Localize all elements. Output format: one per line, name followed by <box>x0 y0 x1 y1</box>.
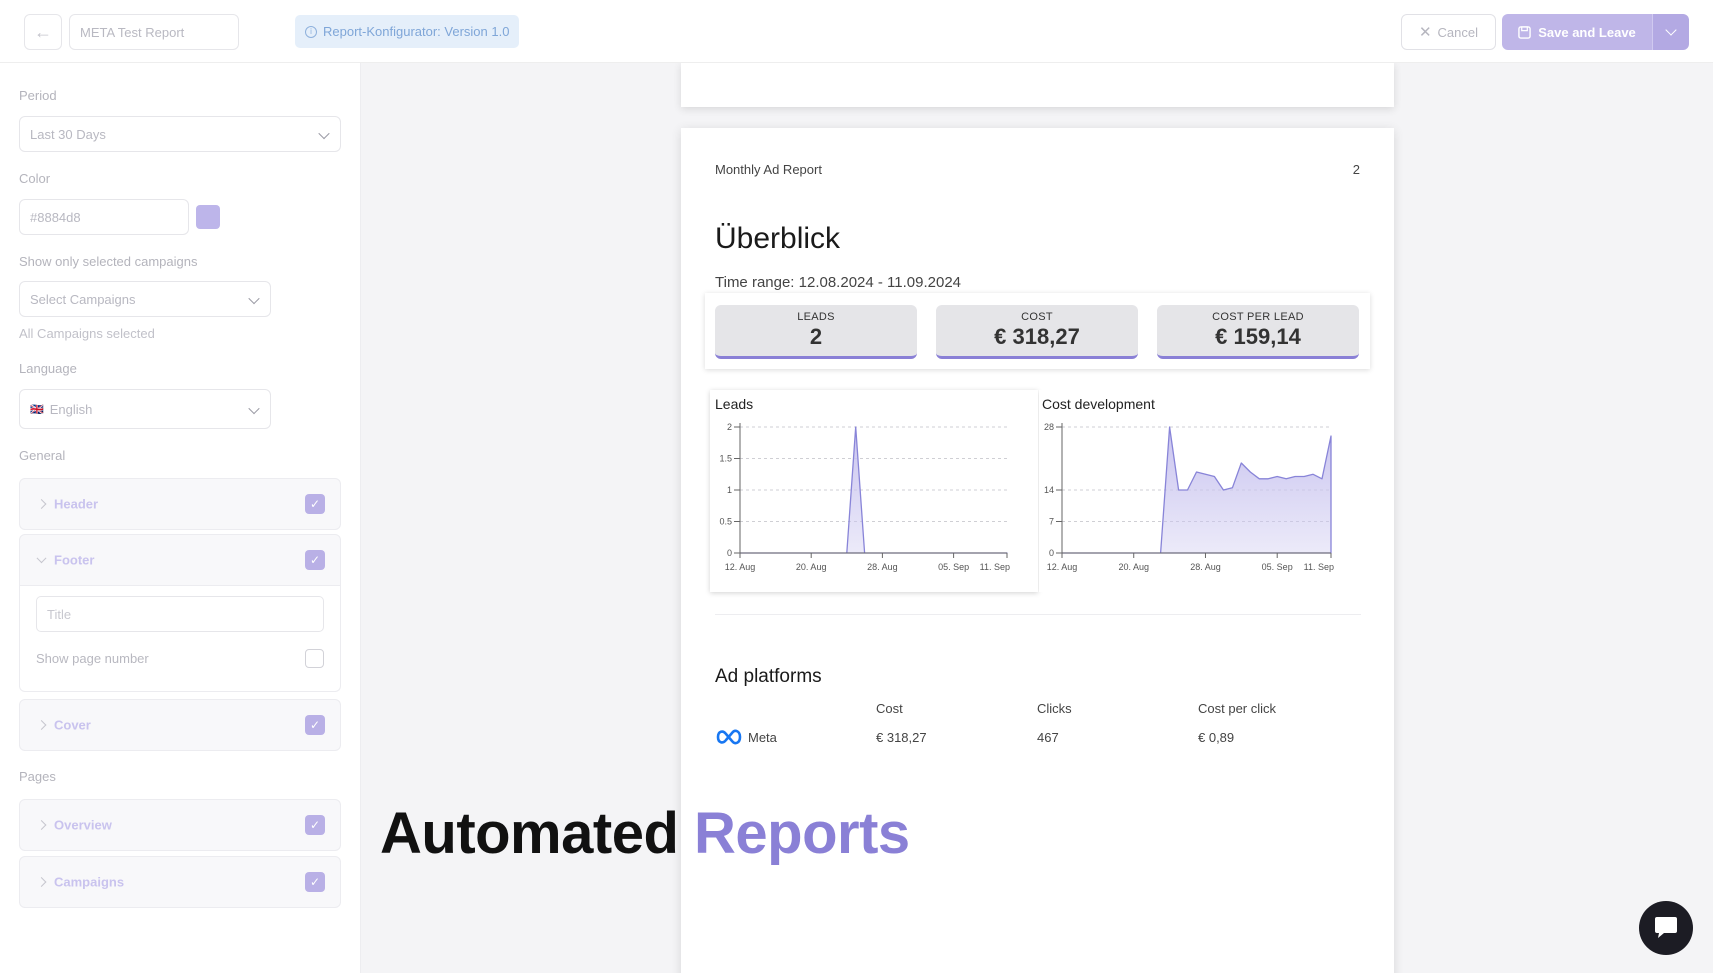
general-label: General <box>19 448 66 463</box>
accordion-campaigns[interactable]: Campaigns ✓ <box>19 856 341 908</box>
color-label: Color <box>19 171 51 186</box>
floppy-disk-icon <box>1518 25 1531 39</box>
automated-reports-headline: Automated Reports <box>380 801 910 866</box>
y-tick-label: 7 <box>1049 517 1054 527</box>
kpi-cost: COST € 318,27 <box>936 305 1138 359</box>
footer-checkbox[interactable]: ✓ <box>305 550 325 570</box>
accordion-cover[interactable]: Cover ✓ <box>19 699 341 751</box>
accordion-overview[interactable]: Overview ✓ <box>19 799 341 851</box>
y-tick-label: 0 <box>1049 548 1054 558</box>
kpi-leads: LEADS 2 <box>715 305 917 359</box>
color-hex-input[interactable]: #8884d8 <box>19 199 189 235</box>
cover-checkbox[interactable]: ✓ <box>305 715 325 735</box>
ad-platforms-title: Ad platforms <box>715 666 822 687</box>
kpi-cost-per-lead: COST PER LEAD € 159,14 <box>1157 305 1359 359</box>
close-icon: ✕ <box>1418 24 1432 41</box>
x-tick-label: 05. Sep <box>1262 562 1293 572</box>
back-button[interactable]: ← <box>24 14 62 50</box>
chevron-down-icon <box>248 402 260 415</box>
y-tick-label: 14 <box>1044 485 1054 495</box>
section-divider <box>715 614 1361 615</box>
previous-report-page <box>681 63 1394 107</box>
column-header-cpc: Cost per click <box>1198 701 1277 716</box>
x-tick-label: 11. Sep <box>1304 562 1334 572</box>
cost-chart-svg: 0 7 14 28 12. Aug 20. Aug 28. Aug 05. Sep 11. Se… <box>1044 422 1334 572</box>
report-name-input[interactable]: META Test Report <box>69 14 239 50</box>
x-tick-label: 20. Aug <box>796 562 827 572</box>
period-select[interactable]: Last 30 Days <box>19 116 341 152</box>
top-bar: ← META Test Report i Report-Konfigurator… <box>0 0 1713 63</box>
check-icon: ✓ <box>309 497 321 511</box>
chevron-down-icon <box>36 553 47 564</box>
config-sidebar: Period Last 30 Days Color #8884d8 Show o… <box>0 63 361 973</box>
report-header-title: Monthly Ad Report <box>715 162 822 177</box>
check-icon: ✓ <box>309 875 321 889</box>
cost-development-chart: Cost development 0 7 14 28 12. Aug 20. Aug 28.… <box>1039 390 1369 592</box>
column-header-clicks: Clicks <box>1037 701 1072 716</box>
y-tick-label: 0 <box>727 548 732 558</box>
chevron-down-icon <box>318 127 330 140</box>
language-select[interactable]: 🇬🇧 English <box>19 389 271 429</box>
area-series <box>1061 426 1332 554</box>
x-tick-label: 28. Aug <box>1190 562 1221 572</box>
footer-settings-panel: Title Show page number <box>19 586 341 692</box>
x-tick-label: 20. Aug <box>1118 562 1149 572</box>
color-swatch[interactable] <box>196 205 220 229</box>
accordion-footer[interactable]: Footer ✓ <box>19 534 341 586</box>
chevron-right-icon <box>36 820 47 830</box>
accordion-header[interactable]: Header ✓ <box>19 478 341 530</box>
platform-name: Meta <box>748 730 777 745</box>
section-title: Überblick <box>715 222 841 255</box>
platform-cost: € 318,27 <box>876 730 927 745</box>
leads-chart-svg: 0 0.5 1 1.5 2 12. Aug 20. Aug 28. Aug 05. Sep 11.… <box>719 422 1010 572</box>
x-tick-label: 05. Sep <box>938 562 969 572</box>
x-tick-label: 12. Aug <box>1047 562 1078 572</box>
y-tick-label: 28 <box>1044 422 1054 432</box>
header-checkbox[interactable]: ✓ <box>305 494 325 514</box>
x-tick-label: 12. Aug <box>725 562 756 572</box>
y-tick-label: 1 <box>727 485 732 495</box>
column-header-cost: Cost <box>876 701 903 716</box>
check-icon: ✓ <box>309 718 321 732</box>
chevron-right-icon <box>36 499 47 509</box>
campaigns-checkbox[interactable]: ✓ <box>305 872 325 892</box>
show-page-number-label: Show page number <box>36 651 149 666</box>
chevron-right-icon <box>36 720 47 730</box>
check-icon: ✓ <box>309 553 321 567</box>
leads-chart: Leads 0 0.5 1 1.5 2 12. Aug 20. Aug 28. Aug 05. … <box>710 390 1038 592</box>
show-page-number-checkbox[interactable] <box>305 649 324 668</box>
info-icon: i <box>305 25 317 38</box>
overview-checkbox[interactable]: ✓ <box>305 815 325 835</box>
save-and-leave-button[interactable]: Save and Leave <box>1502 14 1652 50</box>
footer-title-input[interactable]: Title <box>36 596 324 632</box>
chevron-down-icon <box>1665 24 1677 36</box>
x-tick-label: 28. Aug <box>867 562 898 572</box>
x-tick-label: 11. Sep <box>980 562 1010 572</box>
chat-bubble-icon <box>1655 917 1677 938</box>
check-icon: ✓ <box>309 818 321 832</box>
y-tick-label: 1.5 <box>719 454 732 464</box>
language-label: Language <box>19 361 77 376</box>
campaigns-hint: All Campaigns selected <box>19 326 155 341</box>
chat-support-button[interactable] <box>1639 901 1693 955</box>
platform-clicks: 467 <box>1037 730 1059 745</box>
time-range: Time range: 12.08.2024 - 11.09.2024 <box>715 274 962 291</box>
kpi-row: LEADS 2 COST € 318,27 COST PER LEAD € 15… <box>705 293 1370 369</box>
campaigns-label: Show only selected campaigns <box>19 254 198 269</box>
uk-flag-icon: 🇬🇧 <box>30 403 44 416</box>
period-label: Period <box>19 88 57 103</box>
chevron-down-icon <box>248 292 260 305</box>
chevron-right-icon <box>36 877 47 887</box>
cancel-button[interactable]: ✕ Cancel <box>1401 14 1496 50</box>
campaigns-select[interactable]: Select Campaigns <box>19 281 271 317</box>
y-tick-label: 0.5 <box>719 517 732 527</box>
save-options-dropdown[interactable] <box>1652 14 1689 50</box>
platform-cpc: € 0,89 <box>1198 730 1235 745</box>
report-page-number: 2 <box>1352 162 1360 177</box>
y-tick-label: 2 <box>727 422 732 432</box>
meta-logo-icon <box>716 729 742 745</box>
pages-label: Pages <box>19 769 56 784</box>
arrow-left-icon: ← <box>34 21 52 42</box>
version-badge: i Report-Konfigurator: Version 1.0 <box>295 15 520 48</box>
